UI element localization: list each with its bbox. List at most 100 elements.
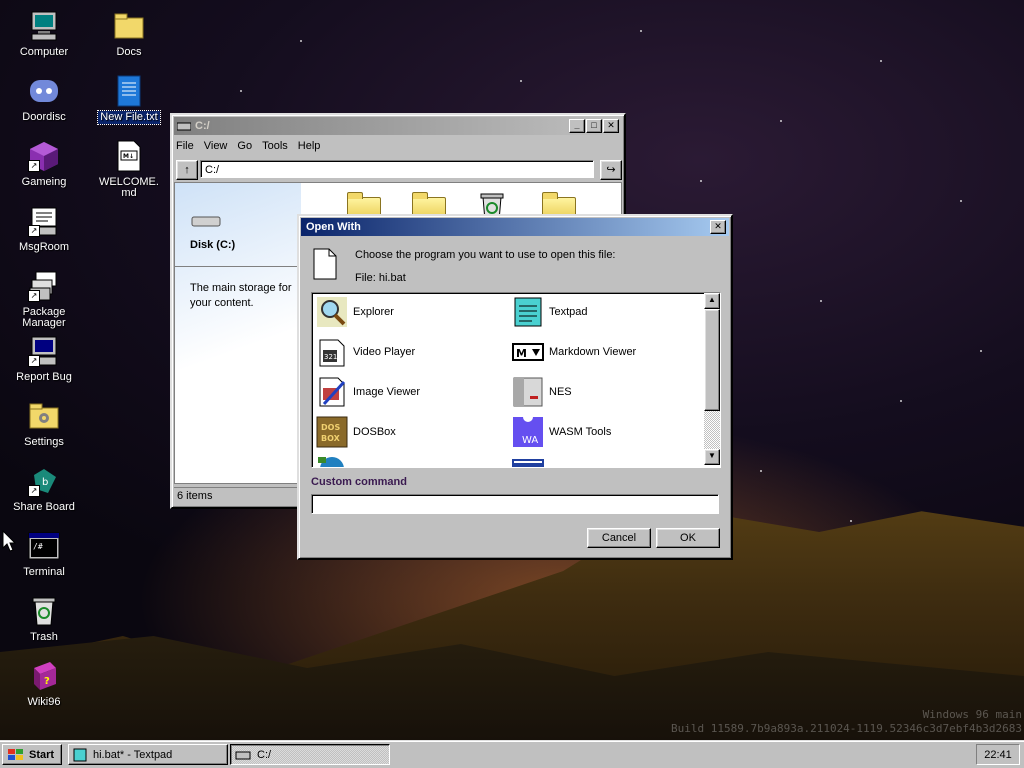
menu-go[interactable]: Go: [237, 140, 252, 152]
desktop-icon-label: Settings: [24, 436, 64, 448]
globe-icon: [318, 457, 344, 467]
markdown-icon: M: [512, 336, 544, 368]
scroll-thumb[interactable]: [704, 309, 720, 411]
star: [900, 400, 902, 402]
app-item-image-viewer[interactable]: Image Viewer: [316, 375, 420, 409]
desktop-icon-package-manager[interactable]: ↗ Package Manager: [6, 270, 82, 330]
app-item-markdown-viewer[interactable]: M Markdown Viewer: [512, 335, 636, 369]
magnifier-icon: [316, 296, 348, 328]
app-list-scrollbar[interactable]: ▲ ▼: [704, 293, 720, 465]
folder-icon: [113, 10, 145, 42]
desktop-icon-settings[interactable]: Settings: [6, 400, 82, 449]
app-name: Textpad: [549, 306, 588, 318]
star: [300, 40, 302, 42]
menu-view[interactable]: View: [204, 140, 228, 152]
drive-icon: [177, 122, 191, 131]
desktop-icon-label: Wiki96: [27, 696, 61, 708]
go-button[interactable]: ↪: [600, 160, 622, 180]
image-viewer-icon: [316, 376, 348, 408]
app-name: NES: [549, 386, 572, 398]
shortcut-arrow-icon: ↗: [28, 485, 40, 497]
terminal-icon: /#: [28, 530, 60, 562]
text-file-icon: [113, 75, 145, 107]
computer-icon: [28, 10, 60, 42]
app-item-nes[interactable]: NES: [512, 375, 572, 409]
app-list[interactable]: Explorer Textpad 321 Video Player M Mark…: [311, 292, 721, 468]
desktop-icon-label: Package Manager: [22, 306, 66, 329]
app-name: Explorer: [353, 306, 394, 318]
app-item-dosbox[interactable]: DOS BOX DOSBox: [316, 415, 396, 449]
svg-text:M: M: [516, 347, 527, 360]
menu-file[interactable]: File: [176, 140, 194, 152]
close-button[interactable]: ✕: [710, 220, 726, 234]
shortcut-arrow-icon: ↗: [28, 290, 40, 302]
drive-icon: [235, 751, 251, 759]
scroll-up-button[interactable]: ▲: [704, 293, 720, 309]
dosbox-icon: DOS BOX: [316, 416, 348, 448]
svg-text:/#: /#: [33, 542, 43, 551]
menu-tools[interactable]: Tools: [262, 140, 288, 152]
desktop-icon-terminal[interactable]: /# Terminal: [6, 530, 82, 579]
start-button[interactable]: Start: [2, 744, 62, 765]
svg-text:BOX: BOX: [321, 434, 341, 443]
desktop-icon-label: Gameing: [21, 176, 67, 188]
app-name: DOSBox: [353, 426, 396, 438]
cancel-button[interactable]: Cancel: [587, 528, 651, 548]
svg-text:b: b: [42, 477, 48, 488]
open-with-file: File: hi.bat: [355, 272, 406, 284]
star: [240, 90, 242, 92]
task-textpad[interactable]: hi.bat* - Textpad: [68, 744, 228, 765]
desktop-icon-label: New File.txt: [97, 110, 161, 125]
app-name: Markdown Viewer: [549, 346, 637, 358]
svg-text:M↓: M↓: [123, 153, 134, 160]
address-bar[interactable]: C:/: [200, 160, 594, 178]
desktop-icon-label: Docs: [116, 46, 142, 58]
task-label: C:/: [257, 748, 272, 761]
app-item-explorer[interactable]: Explorer: [316, 295, 394, 329]
desktop-icon-trash[interactable]: Trash: [6, 595, 82, 644]
open-with-titlebar[interactable]: Open With ✕: [301, 218, 729, 236]
desktop-icon-label: Computer: [19, 46, 69, 58]
desktop-icon-new-file-txt[interactable]: New File.txt: [91, 75, 167, 125]
open-with-dialog[interactable]: Open With ✕ Choose the program you want …: [297, 214, 733, 560]
svg-text:?: ?: [44, 676, 50, 687]
desktop-icon-report-bug[interactable]: ↗ Report Bug: [6, 335, 82, 384]
minimize-button[interactable]: _: [569, 119, 585, 133]
app-item-textpad[interactable]: Textpad: [512, 295, 588, 329]
desktop-icon-label: MsgRoom: [18, 241, 70, 253]
desktop-icon-wiki96[interactable]: ? Wiki96: [6, 660, 82, 709]
explorer-menubar: File View Go Tools Help: [172, 137, 624, 155]
desktop-icon-gameing[interactable]: ↗ Gameing: [6, 140, 82, 189]
sidebar-description: The main storage for your content.: [190, 282, 292, 309]
menu-help[interactable]: Help: [298, 140, 321, 152]
up-button[interactable]: ↑: [176, 160, 198, 180]
desktop-icon-doordisc[interactable]: Doordisc: [6, 75, 82, 124]
desktop-icon-computer[interactable]: Computer: [6, 10, 82, 59]
scroll-down-button[interactable]: ▼: [704, 449, 720, 465]
ok-button[interactable]: OK: [656, 528, 720, 548]
task-explorer[interactable]: C:/: [230, 744, 390, 765]
close-button[interactable]: ✕: [603, 119, 619, 133]
watermark-product: Windows 96 main: [922, 708, 1022, 721]
maximize-button[interactable]: □: [586, 119, 602, 133]
svg-text:DOS: DOS: [321, 423, 340, 432]
custom-command-input[interactable]: [311, 494, 719, 514]
svg-text:321: 321: [324, 353, 337, 361]
star: [520, 80, 522, 82]
drive-icon: [191, 216, 221, 227]
app-item-wasm-tools[interactable]: WA WASM Tools: [512, 415, 611, 449]
desktop-icon-msgroom[interactable]: ↗ MsgRoom: [6, 205, 82, 254]
notepad-icon: [73, 748, 87, 761]
explorer-titlebar[interactable]: C:/ _ □ ✕: [174, 117, 622, 135]
sidebar-title: Disk (C:): [190, 239, 236, 251]
desktop-icon-docs[interactable]: Docs: [91, 10, 167, 59]
desktop-icon-welcome-md[interactable]: M↓ WELCOME.md: [91, 140, 167, 200]
app-item-video-player[interactable]: 321 Video Player: [316, 335, 415, 369]
app-name: Video Player: [353, 346, 416, 358]
shortcut-arrow-icon: ↗: [28, 160, 40, 172]
status-text: 6 items: [177, 490, 213, 502]
clock[interactable]: 22:41: [984, 749, 1012, 761]
settings-folder-icon: [28, 400, 60, 432]
star: [640, 30, 642, 32]
desktop-icon-share-board[interactable]: b ↗ Share Board: [6, 465, 82, 514]
